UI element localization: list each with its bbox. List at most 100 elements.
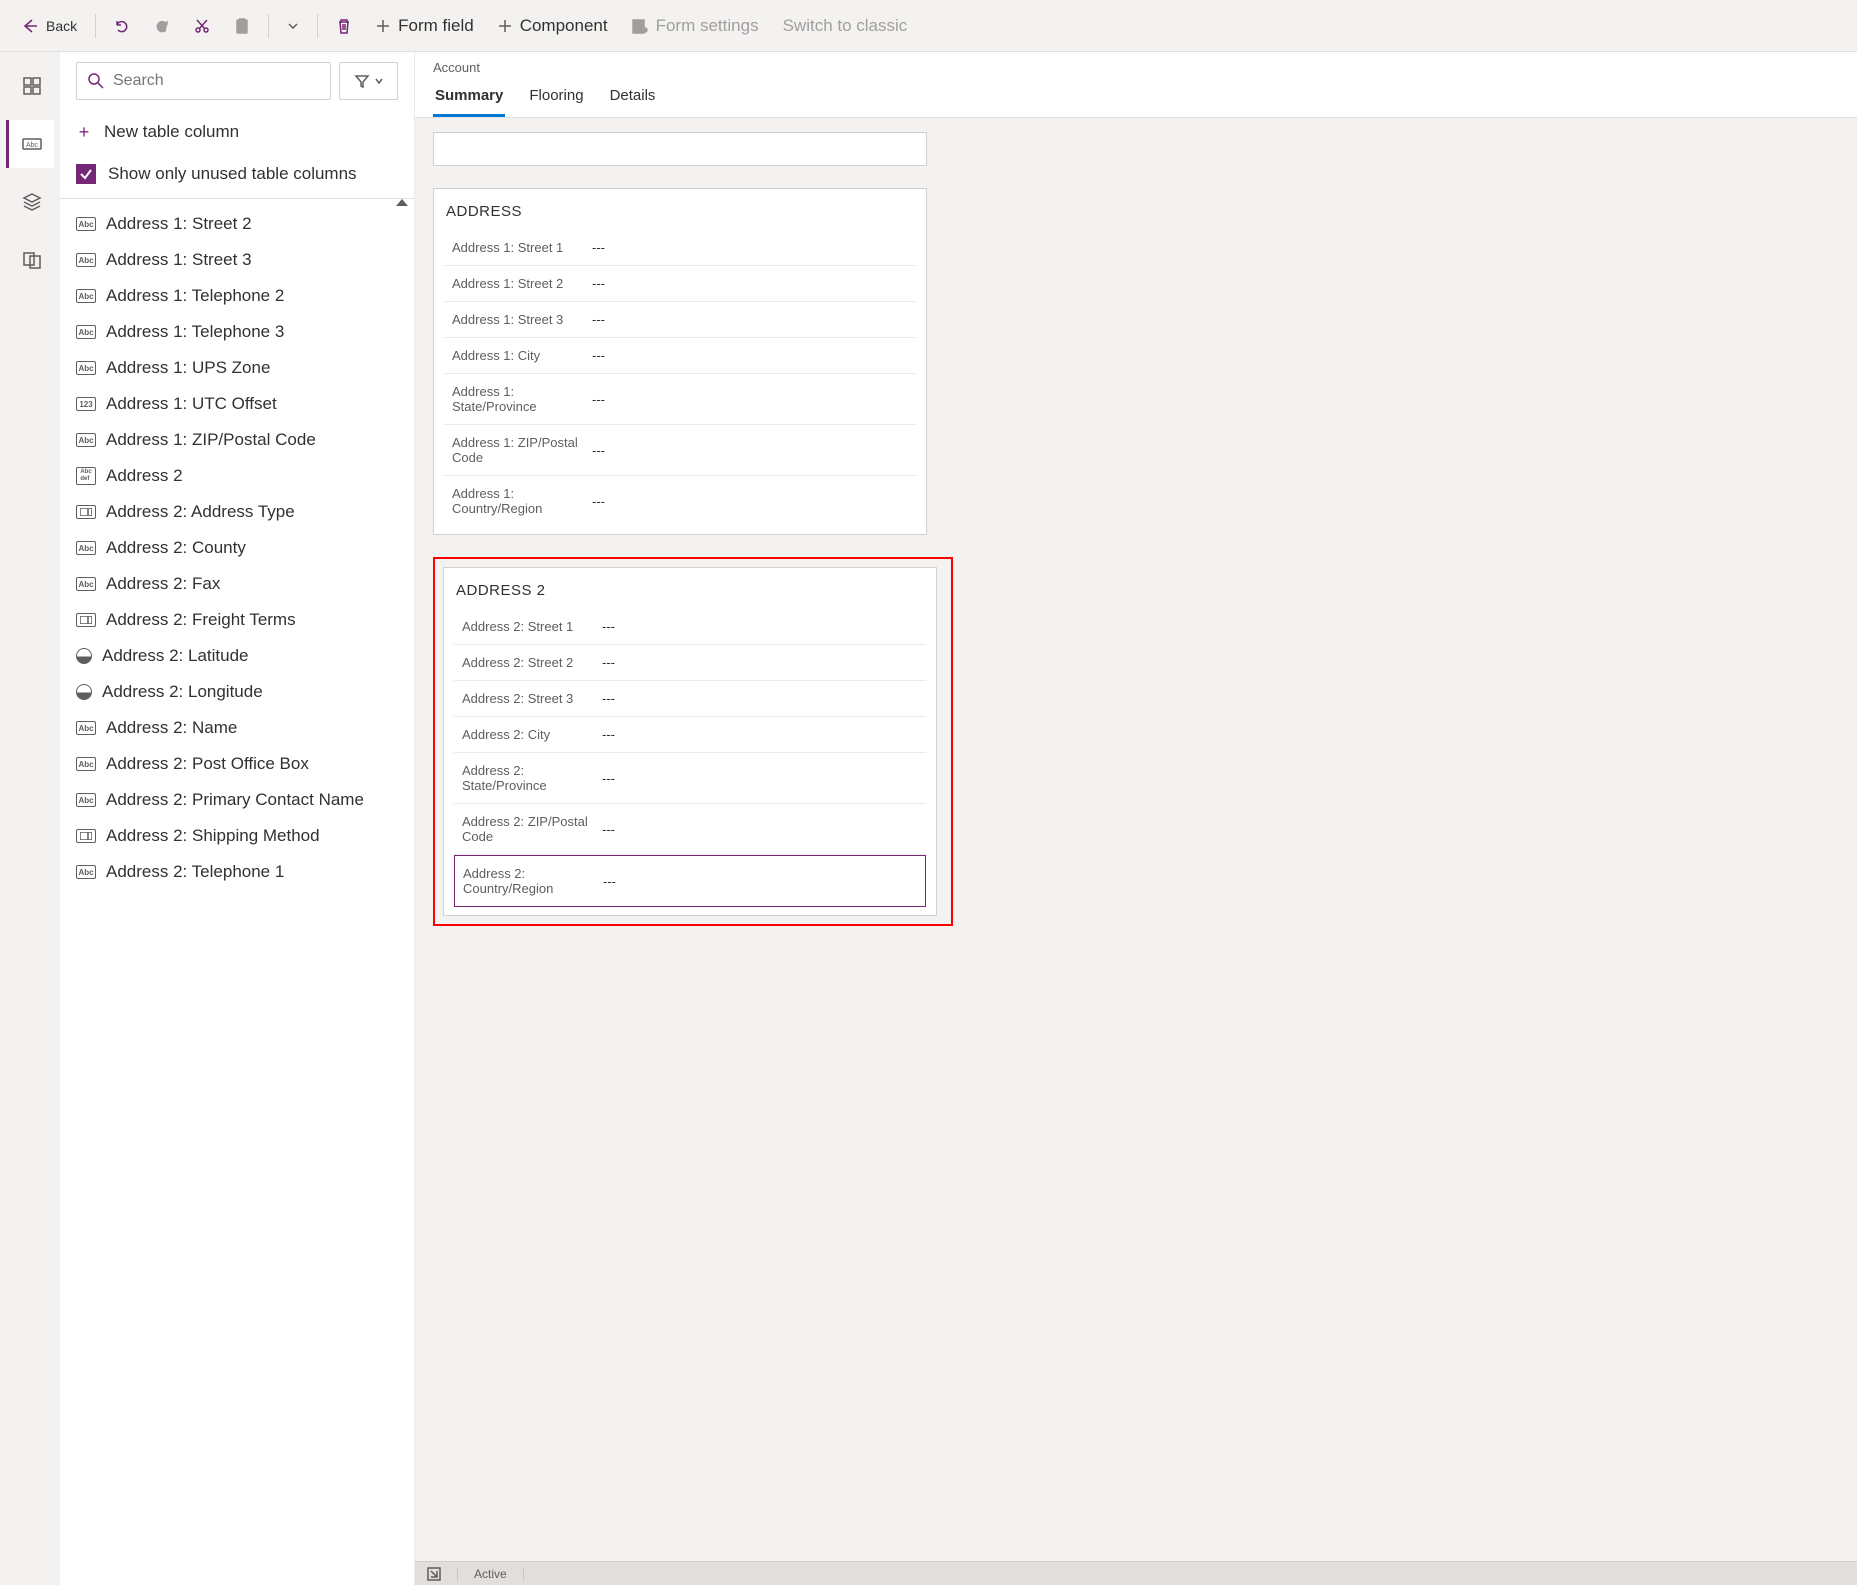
column-item[interactable]: AbcAddress 1: UPS Zone: [60, 350, 414, 386]
column-item[interactable]: AbcAddress 1: Telephone 3: [60, 314, 414, 350]
back-arrow-icon: [22, 18, 38, 34]
tree-nav[interactable]: [6, 178, 54, 226]
section-title: ADDRESS 2: [454, 582, 926, 599]
form-field[interactable]: Address 2: City---: [454, 717, 926, 753]
field-value: ---: [592, 240, 605, 255]
new-column-button[interactable]: + New table column: [60, 110, 414, 154]
switch-classic-button[interactable]: Switch to classic: [773, 10, 918, 42]
add-component-button[interactable]: Component: [488, 10, 618, 42]
tab-summary[interactable]: Summary: [433, 79, 505, 117]
type-icon: 123: [76, 397, 96, 411]
field-label: Address 2: Country/Region: [463, 866, 603, 896]
scissors-icon: [194, 18, 210, 34]
abc-def-icon: Abcdef: [76, 467, 96, 485]
form-field[interactable]: Address 1: Street 2---: [444, 266, 916, 302]
cut-button[interactable]: [184, 12, 220, 40]
column-item[interactable]: AbcdefAddress 2: [60, 458, 414, 494]
column-item[interactable]: Abc Address 2: Primary Contact Name: [60, 782, 414, 818]
search-icon: [87, 72, 105, 90]
column-item[interactable]: AbcAddress 2: Name: [60, 710, 414, 746]
field-value: ---: [592, 392, 605, 407]
highlight-annotation: ADDRESS 2 Address 2: Street 1---Address …: [433, 557, 953, 926]
address-section[interactable]: ADDRESS Address 1: Street 1---Address 1:…: [433, 188, 927, 535]
column-item[interactable]: 123 Address 1: UTC Offset: [60, 386, 414, 422]
filter-button[interactable]: [339, 62, 398, 100]
column-label: Address 1: UTC Offset: [106, 394, 277, 414]
chevron-down-icon: [374, 76, 384, 86]
empty-section[interactable]: [433, 132, 927, 166]
field-value: ---: [602, 655, 615, 670]
column-label: Address 2: Post Office Box: [106, 754, 309, 774]
type-icon: Abc: [76, 433, 96, 447]
column-item[interactable]: Address 2: Address Type: [60, 494, 414, 530]
search-input[interactable]: [113, 72, 320, 90]
columns-nav[interactable]: Abc: [6, 120, 54, 168]
form-field[interactable]: Address 2: ZIP/Postal Code---: [454, 804, 926, 855]
form-field[interactable]: Address 2: State/Province---: [454, 753, 926, 804]
type-icon: Abc: [76, 577, 96, 591]
column-item[interactable]: AbcAddress 1: Street 2: [60, 206, 414, 242]
form-field[interactable]: Address 1: City---: [444, 338, 916, 374]
field-label: Address 2: Street 3: [462, 691, 602, 706]
column-item[interactable]: AbcAddress 1: ZIP/Postal Code: [60, 422, 414, 458]
field-value: ---: [592, 443, 605, 458]
field-label: Address 1: Street 1: [452, 240, 592, 255]
form-field[interactable]: Address 1: Street 1---: [444, 230, 916, 266]
chevron-button[interactable]: [277, 14, 309, 38]
field-label: Address 1: State/Province: [452, 384, 592, 414]
column-label: Address 2: Primary Contact Name: [106, 790, 364, 810]
type-icon: Abc: [76, 721, 96, 735]
column-item[interactable]: Address 2: Freight Terms: [60, 602, 414, 638]
type-icon: Abc: [76, 541, 96, 555]
search-box[interactable]: [76, 62, 331, 100]
column-list[interactable]: AbcAddress 1: Street 2AbcAddress 1: Stre…: [60, 199, 414, 1585]
field-value: ---: [602, 771, 615, 786]
form-field[interactable]: Address 1: ZIP/Postal Code---: [444, 425, 916, 476]
library-nav[interactable]: [6, 236, 54, 284]
column-item[interactable]: Address 2: Shipping Method: [60, 818, 414, 854]
show-unused-toggle[interactable]: Show only unused table columns: [60, 154, 414, 199]
status-text: Active: [474, 1567, 507, 1581]
column-item[interactable]: AbcAddress 2: Fax: [60, 566, 414, 602]
form-settings-button[interactable]: Form settings: [622, 10, 769, 42]
column-item[interactable]: AbcAddress 2: County: [60, 530, 414, 566]
expand-icon[interactable]: [427, 1567, 441, 1581]
type-icon: Abc: [76, 793, 96, 807]
add-form-field-button[interactable]: Form field: [366, 10, 484, 42]
column-item[interactable]: AbcAddress 1: Telephone 2: [60, 278, 414, 314]
undo-button[interactable]: [104, 12, 140, 40]
field-label: Address 1: Street 3: [452, 312, 592, 327]
form-field-label: Form field: [398, 16, 474, 36]
form-field[interactable]: Address 2: Street 3---: [454, 681, 926, 717]
form-field[interactable]: Address 2: Street 1---: [454, 609, 926, 645]
field-value: ---: [592, 494, 605, 509]
form-field[interactable]: Address 1: Street 3---: [444, 302, 916, 338]
column-label: Address 2: Shipping Method: [106, 826, 320, 846]
field-label: Address 1: Country/Region: [452, 486, 592, 516]
column-item[interactable]: Abc Address 2: Post Office Box: [60, 746, 414, 782]
column-item[interactable]: Address 2: Latitude: [60, 638, 414, 674]
type-icon: Abc: [76, 289, 96, 303]
tab-flooring[interactable]: Flooring: [527, 79, 585, 117]
form-field[interactable]: Address 2: Street 2---: [454, 645, 926, 681]
top-toolbar: Back Form field Component Form settings …: [0, 0, 1857, 52]
back-button[interactable]: Back: [12, 12, 87, 40]
address2-section[interactable]: ADDRESS 2 Address 2: Street 1---Address …: [443, 567, 937, 916]
form-field[interactable]: Address 1: Country/Region---: [444, 476, 916, 526]
switch-classic-label: Switch to classic: [783, 16, 908, 36]
form-tabs: Summary Flooring Details: [433, 79, 1839, 117]
column-item[interactable]: Address 2: Longitude: [60, 674, 414, 710]
delete-button[interactable]: [326, 12, 362, 40]
separator: [268, 14, 269, 38]
form-settings-icon: [632, 18, 648, 34]
redo-button: [144, 12, 180, 40]
form-field[interactable]: Address 1: State/Province---: [444, 374, 916, 425]
column-item[interactable]: AbcAddress 2: Telephone 1: [60, 854, 414, 890]
option-icon: [76, 505, 96, 519]
form-field[interactable]: Address 2: Country/Region---: [454, 855, 926, 907]
tab-details[interactable]: Details: [608, 79, 658, 117]
field-value: ---: [602, 822, 615, 837]
column-item[interactable]: AbcAddress 1: Street 3: [60, 242, 414, 278]
type-icon: Abc: [76, 757, 96, 771]
components-nav[interactable]: [6, 62, 54, 110]
